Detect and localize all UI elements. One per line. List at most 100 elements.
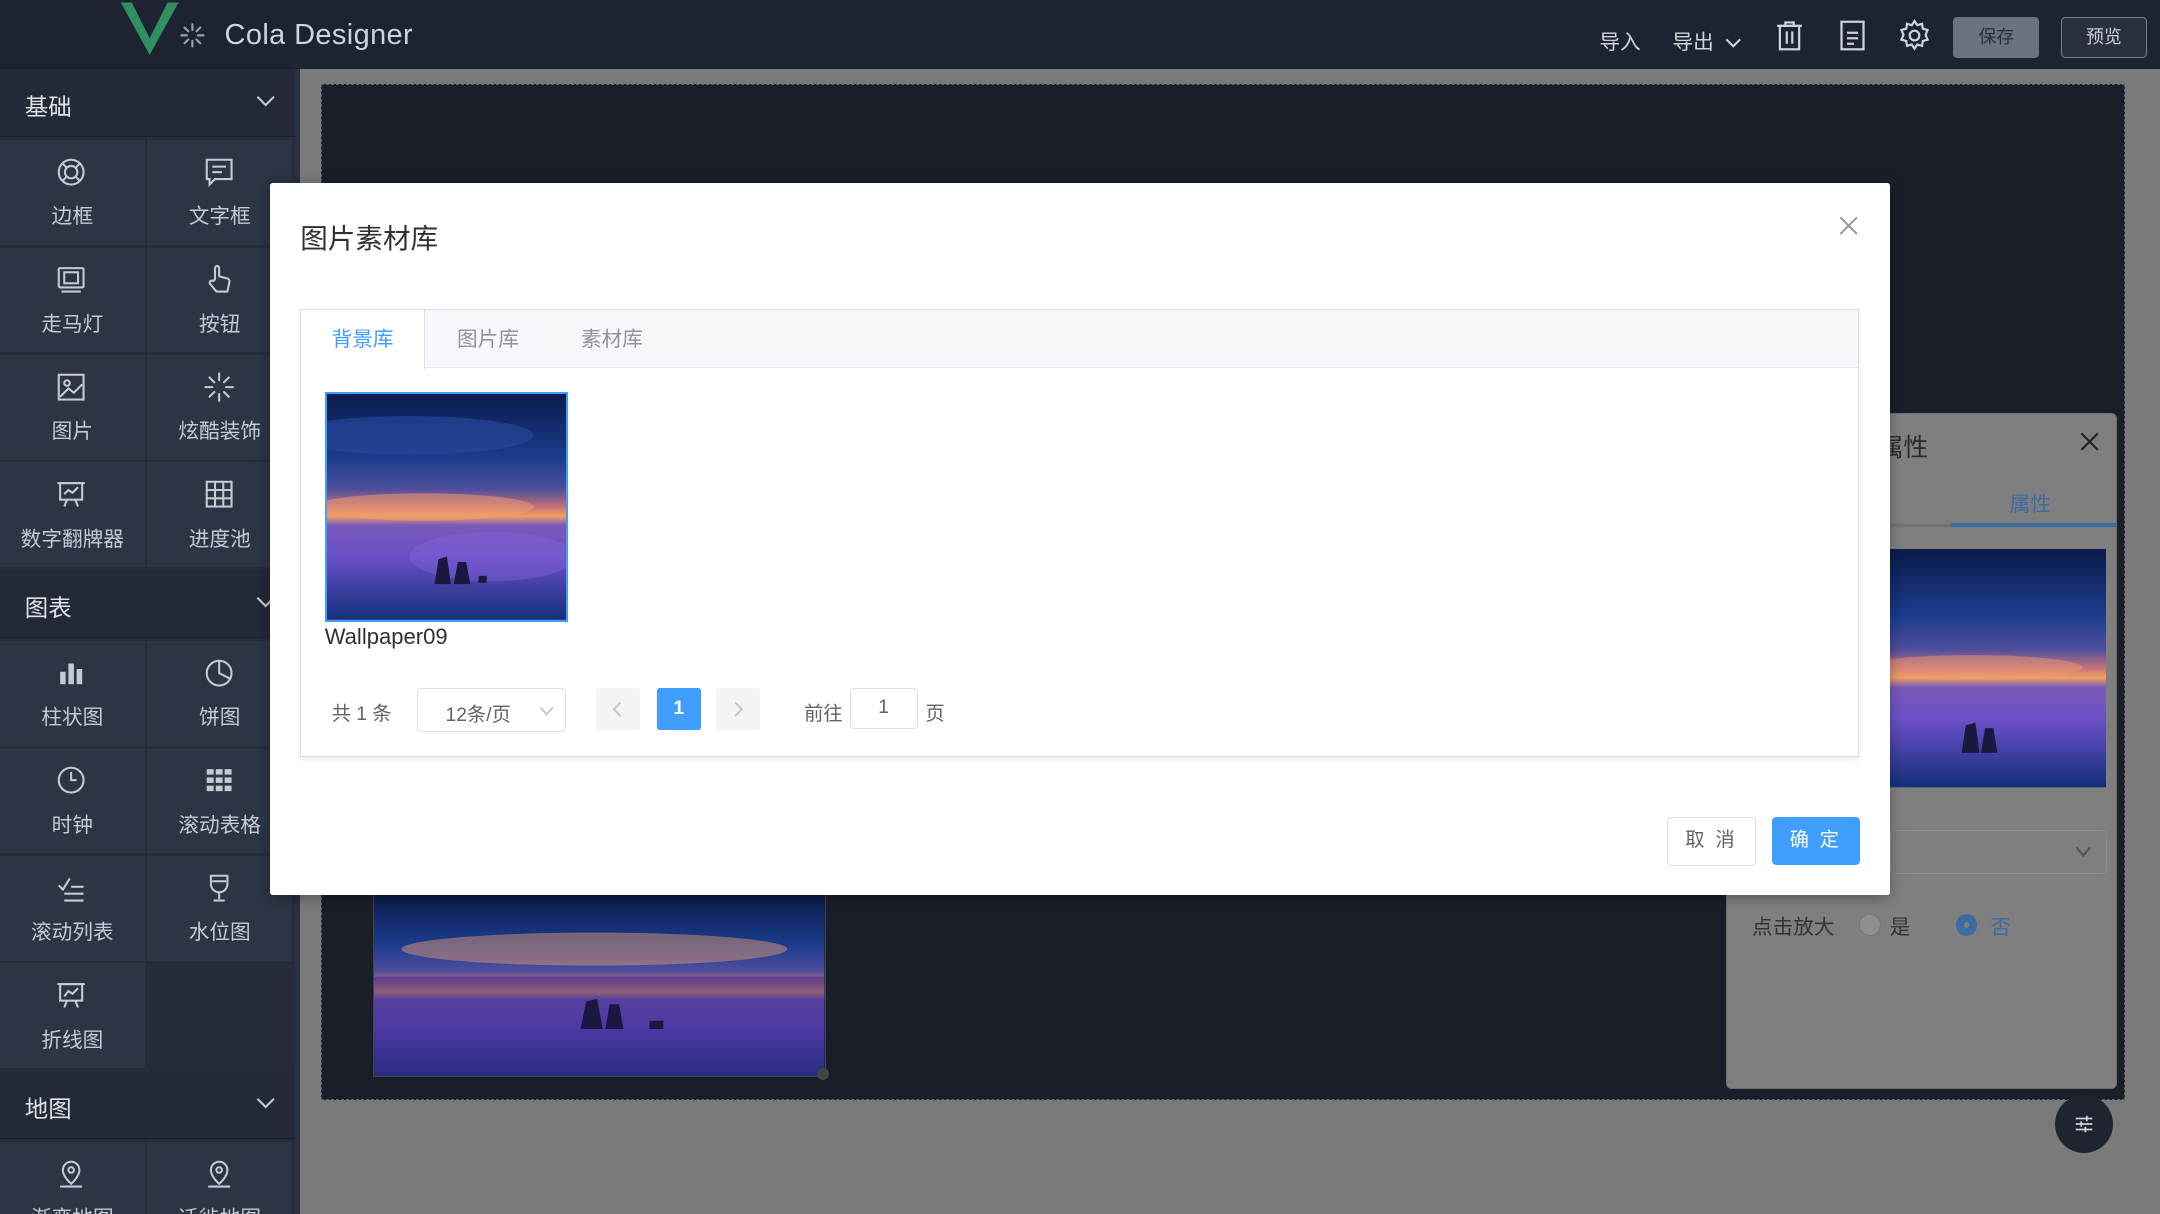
group-header-basic[interactable]: 基础 bbox=[0, 68, 295, 138]
table-icon bbox=[206, 769, 232, 792]
sidebar-item-label: 数字翻牌器 bbox=[20, 527, 124, 551]
image-name: Wallpaper09 bbox=[324, 623, 448, 649]
chevron-down-icon bbox=[256, 1097, 275, 1109]
sidebar-item-label: 时钟 bbox=[51, 813, 93, 837]
map-pin-icon bbox=[60, 1160, 83, 1188]
top-bar: Cola Designer 导入 导出 保存 预览 bbox=[0, 0, 2160, 70]
group-header-charts[interactable]: 图表 bbox=[0, 569, 295, 639]
tab-background-library[interactable]: 背景库 bbox=[301, 309, 425, 369]
sidebar-item-label: 边框 bbox=[51, 205, 93, 229]
prev-page-button[interactable] bbox=[596, 688, 641, 730]
group-label: 地图 bbox=[24, 1096, 72, 1123]
page-size-value: 12条/页 bbox=[445, 705, 511, 727]
page-size-select[interactable]: 12条/页 bbox=[417, 688, 567, 732]
component-grid: 柱状图 饼图 时钟 滚动表格 滚动列表 水位图 折线图 bbox=[0, 638, 295, 1071]
sidebar-item-image[interactable]: 图片 bbox=[0, 355, 145, 460]
settings-float-button[interactable] bbox=[2055, 1095, 2114, 1154]
chevron-left-icon bbox=[612, 701, 622, 717]
cancel-button[interactable]: 取 消 bbox=[1666, 816, 1756, 866]
next-page-button[interactable] bbox=[715, 688, 761, 730]
trash-icon[interactable] bbox=[1773, 19, 1806, 52]
sidebar-item-clock[interactable]: 时钟 bbox=[0, 748, 145, 854]
canvas-image-component[interactable] bbox=[373, 892, 826, 1077]
component-grid: 渐变地图 迁徙地图 bbox=[0, 1139, 295, 1214]
text-box-icon bbox=[205, 158, 233, 187]
sidebar-item-label: 水位图 bbox=[188, 921, 251, 945]
sidebar-empty-slot bbox=[147, 963, 293, 1069]
image-library-dialog: 图片素材库 背景库 图片库 素材库 Wallpaper09 共 1 条 12条/… bbox=[270, 183, 1891, 896]
export-dropdown[interactable]: 导出 bbox=[1672, 25, 1741, 55]
ring-icon bbox=[58, 158, 86, 186]
import-button[interactable]: 导入 bbox=[1599, 25, 1640, 55]
page-number[interactable]: 1 bbox=[656, 688, 701, 730]
goto-label: 前往 bbox=[804, 704, 843, 726]
save-button[interactable]: 保存 bbox=[1953, 16, 2040, 59]
loading-spinner-icon bbox=[180, 23, 205, 48]
group-header-maps[interactable]: 地图 bbox=[0, 1070, 295, 1140]
pagination: 共 1 条 12条/页 1 前往 1 页 bbox=[301, 688, 1128, 732]
map-pin-icon bbox=[207, 1160, 231, 1188]
app-title: Cola Designer bbox=[224, 19, 414, 52]
sidebar-item-carousel[interactable]: 走马灯 bbox=[0, 247, 145, 353]
tab-material-library[interactable]: 素材库 bbox=[551, 310, 674, 368]
sidebar-item-number-flipper[interactable]: 数字翻牌器 bbox=[0, 462, 145, 568]
pointer-hand-icon bbox=[208, 265, 231, 293]
seascape-image bbox=[1889, 549, 2106, 788]
page-suffix: 页 bbox=[925, 704, 945, 726]
goto-page-input[interactable]: 1 bbox=[849, 688, 918, 729]
close-icon[interactable] bbox=[2080, 432, 2099, 451]
component-grid: 边框 文字框 走马灯 按钮 图片 炫酷装饰 数字翻牌器 进度池 bbox=[0, 137, 295, 570]
sidebar-item-scroll-list[interactable]: 滚动列表 bbox=[0, 856, 145, 961]
chevron-down-icon bbox=[1725, 38, 1741, 48]
component-sidebar: 基础 边框 文字框 走马灯 按钮 图片 炫酷装饰 数字翻牌器 进度池 图表 柱状… bbox=[0, 68, 295, 1214]
sidebar-item-border[interactable]: 边框 bbox=[0, 140, 145, 245]
seascape-image bbox=[326, 394, 567, 621]
vue-logo-icon bbox=[121, 2, 180, 56]
sidebar-item-gradient-map[interactable]: 渐变地图 bbox=[0, 1142, 145, 1214]
radio-yes-label: 是 bbox=[1889, 916, 1911, 940]
sidebar-item-line-chart[interactable]: 折线图 bbox=[0, 963, 145, 1069]
preview-button[interactable]: 预览 bbox=[2060, 16, 2147, 59]
radio-no-label: 否 bbox=[1990, 916, 2011, 940]
sparkle-icon bbox=[204, 371, 234, 402]
sidebar-item-label: 渐变地图 bbox=[0, 1201, 145, 1213]
bar-chart-icon bbox=[60, 663, 83, 684]
grid-icon bbox=[205, 480, 233, 508]
group-label: 图表 bbox=[24, 595, 72, 622]
sidebar-item-label: 滚动列表 bbox=[31, 921, 114, 945]
library-tabs: 背景库 图片库 素材库 Wallpaper09 共 1 条 12条/页 1 前往… bbox=[300, 308, 1859, 757]
tab-properties[interactable]: 属性 bbox=[2010, 487, 2051, 517]
confirm-button[interactable]: 确 定 bbox=[1771, 816, 1860, 866]
sidebar-item-bar-chart[interactable]: 柱状图 bbox=[0, 641, 145, 746]
group-label: 基础 bbox=[24, 94, 72, 121]
image-select[interactable] bbox=[1889, 830, 2107, 874]
clock-icon bbox=[58, 766, 86, 794]
tab-image-library[interactable]: 图片库 bbox=[427, 310, 550, 368]
radio-yes[interactable] bbox=[1859, 914, 1881, 936]
checklist-icon bbox=[58, 877, 85, 902]
image-thumbnail[interactable] bbox=[324, 392, 569, 623]
sidebar-item-label: 走马灯 bbox=[41, 312, 104, 336]
document-icon[interactable] bbox=[1836, 19, 1869, 52]
export-label: 导出 bbox=[1672, 30, 1714, 54]
image-icon bbox=[58, 373, 86, 401]
sidebar-item-migration-map[interactable]: 迁徙地图 bbox=[147, 1142, 293, 1214]
tabs-header: 背景库 图片库 素材库 bbox=[301, 309, 1858, 369]
carousel-icon bbox=[58, 267, 86, 293]
sidebar-item-label: 柱状图 bbox=[41, 706, 104, 730]
sidebar-item-label: 折线图 bbox=[41, 1028, 104, 1052]
radio-no[interactable] bbox=[1955, 914, 1978, 936]
active-tab-indicator bbox=[1950, 523, 2116, 528]
image-preview[interactable] bbox=[1889, 549, 2106, 788]
cup-icon bbox=[209, 874, 229, 902]
gear-icon[interactable] bbox=[1898, 19, 1931, 52]
chevron-down-icon bbox=[2075, 847, 2092, 858]
line-chart-icon bbox=[57, 983, 86, 1008]
click-zoom-label: 点击放大 bbox=[1751, 916, 1835, 940]
sliders-icon bbox=[2076, 1115, 2093, 1133]
chevron-down-icon bbox=[539, 706, 554, 716]
close-icon[interactable] bbox=[1839, 216, 1858, 235]
chevron-down-icon bbox=[256, 95, 275, 107]
sidebar-item-label: 图片 bbox=[51, 420, 93, 444]
pie-chart-icon bbox=[205, 659, 233, 687]
